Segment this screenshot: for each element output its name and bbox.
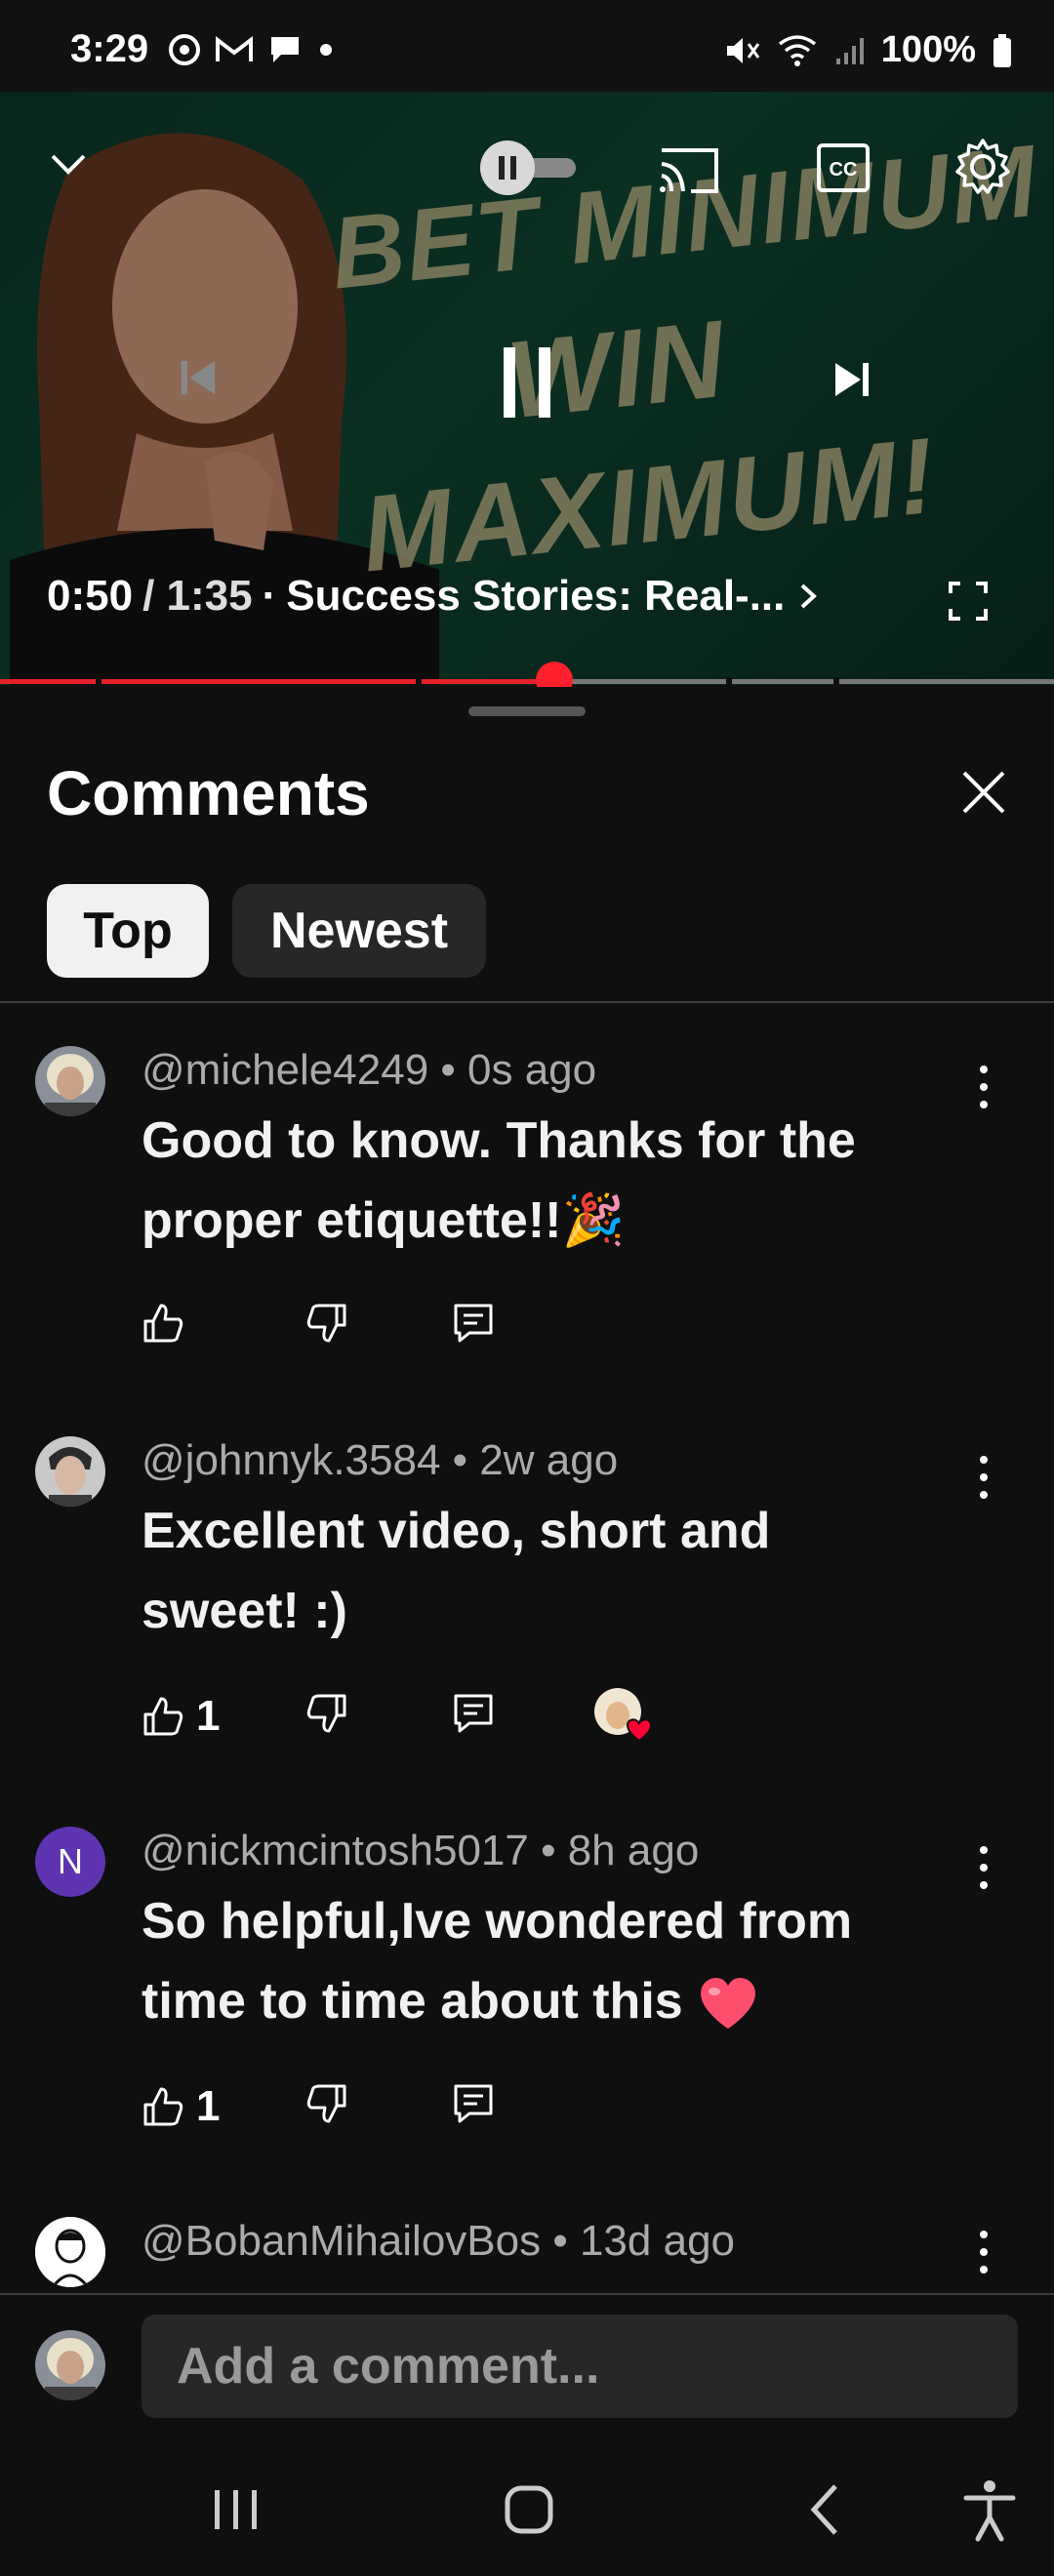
chapter-marker (416, 677, 422, 687)
panel-title: Comments (47, 758, 370, 828)
comment-item: N @nickmcintosh5017 • 8h ago So helpful,… (0, 1819, 1054, 2190)
more-options-icon[interactable] (966, 2223, 1001, 2281)
comment-author-meta[interactable]: @nickmcintosh5017 • 8h ago (142, 1827, 699, 1875)
more-options-icon[interactable] (966, 1838, 1001, 1897)
fullscreen-icon[interactable] (947, 580, 990, 623)
captions-icon[interactable]: CC (816, 142, 871, 193)
chat-icon (271, 37, 299, 62)
chapter-marker (833, 677, 839, 687)
avatar[interactable] (35, 1046, 105, 1116)
thumbs-up-icon (143, 1304, 183, 1343)
time-separator: · (262, 572, 277, 620)
comment-text: Excellent video, short and sweet! :) (142, 1503, 771, 1639)
progress-fill (0, 679, 555, 684)
reply-icon (454, 1694, 493, 1733)
home-icon[interactable] (490, 2471, 568, 2549)
duration: / 1:35 (142, 572, 253, 620)
pause-icon[interactable] (496, 343, 558, 422)
reply-icon (454, 2084, 493, 2123)
recent-apps-icon[interactable] (197, 2471, 275, 2549)
thumbs-up-icon (143, 2087, 183, 2126)
avatar[interactable] (35, 2217, 105, 2287)
dot-icon (320, 44, 332, 56)
comment-author-meta[interactable]: @johnnyk.3584 • 2w ago (142, 1436, 618, 1485)
avatar-letter: N (58, 1841, 83, 1881)
notification-icons (168, 33, 336, 66)
drag-handle[interactable] (468, 706, 586, 716)
creator-heart-icon (594, 1688, 653, 1743)
wifi-icon (778, 34, 816, 66)
mute-icon (726, 37, 760, 63)
divider (0, 1001, 1054, 1003)
avatar[interactable] (35, 1436, 105, 1507)
dislike-button[interactable] (305, 2082, 348, 2125)
comment-item: @johnnyk.3584 • 2w ago Excellent video, … (0, 1429, 1054, 1799)
dislike-button[interactable] (305, 1692, 348, 1735)
tab-top[interactable]: Top (47, 884, 209, 978)
svg-text:CC: CC (830, 159, 858, 181)
back-icon[interactable] (787, 2471, 865, 2549)
like-button[interactable]: 1 (142, 2082, 220, 2131)
comment-text: Good to know. Thanks for the proper etiq… (142, 1112, 856, 1249)
comment-actions: 1 (142, 1688, 922, 1751)
like-button[interactable] (142, 1302, 196, 1345)
like-button[interactable]: 1 (142, 1692, 220, 1741)
more-options-icon[interactable] (966, 1448, 1001, 1507)
chapter-marker (726, 677, 732, 687)
thumbs-down-icon (306, 2084, 346, 2123)
dislike-button[interactable] (305, 1302, 348, 1345)
battery-icon (993, 33, 1011, 67)
avatar (35, 2330, 105, 2400)
signal-icon (835, 37, 864, 64)
comment-actions (142, 1302, 922, 1360)
more-options-icon[interactable] (966, 1058, 1001, 1116)
creator-heart-badge (592, 1686, 657, 1747)
next-icon[interactable] (828, 355, 876, 404)
comment-author-meta[interactable]: @BobanMihailovBos • 13d ago (142, 2217, 735, 2266)
chrome-icon (169, 34, 200, 65)
previous-icon[interactable] (174, 353, 223, 402)
comment-item: @michele4249 • 0s ago Good to know. Than… (0, 1038, 1054, 1409)
status-time: 3:29 (70, 27, 149, 70)
current-time: 0:50 (47, 572, 134, 620)
cast-icon[interactable] (658, 142, 720, 197)
settings-gear-icon[interactable] (953, 137, 1013, 197)
thumbs-down-icon (306, 1304, 346, 1343)
thumbs-up-icon (143, 1697, 183, 1736)
comment-item: @BobanMihailovBos • 13d ago (0, 2209, 1054, 2293)
close-icon[interactable] (956, 765, 1011, 820)
gmail-icon (216, 35, 253, 61)
reply-button[interactable] (452, 2082, 495, 2125)
chapter-chevron-icon[interactable] (794, 580, 824, 613)
reply-button[interactable] (452, 1302, 495, 1345)
like-count: 1 (196, 1692, 221, 1740)
comment-author-meta[interactable]: @michele4249 • 0s ago (142, 1046, 596, 1095)
thumbs-down-icon (306, 1694, 346, 1733)
video-player[interactable]: BET MINIMUM WIN MAXIMUM! CC 0:50 / 1:35 … (0, 92, 1054, 685)
status-bar: 3:29 100% (0, 0, 1054, 92)
system-nav-bar (0, 2432, 1054, 2576)
reply-button[interactable] (452, 1692, 495, 1735)
chapter-title[interactable]: Success Stories: Real-... (286, 572, 785, 621)
video-time-row: 0:50 / 1:35 · Success Stories: Real-... (47, 572, 824, 621)
status-right: 100% (723, 29, 1013, 71)
accessibility-icon[interactable] (951, 2471, 1029, 2549)
minimize-icon[interactable] (47, 142, 90, 185)
like-count: 1 (196, 2082, 221, 2130)
video-progress-bar[interactable] (0, 662, 1054, 699)
comment-composer: Add a comment... (0, 2295, 1054, 2432)
reply-icon (454, 1304, 493, 1343)
heart-emoji-icon (701, 1978, 756, 2030)
chapter-marker (96, 677, 101, 687)
comments-panel: Comments Top Newest @michele4249 • 0s ag… (0, 687, 1054, 2294)
autoplay-toggle[interactable] (478, 139, 586, 197)
add-comment-input[interactable]: Add a comment... (142, 2314, 1018, 2418)
tab-newest[interactable]: Newest (232, 884, 486, 978)
avatar[interactable]: N (35, 1827, 105, 1897)
comment-actions: 1 (142, 2082, 922, 2141)
comment-text-block: So helpful,Ive wondered from time to tim… (142, 1881, 942, 2041)
battery-percent: 100% (880, 29, 976, 70)
